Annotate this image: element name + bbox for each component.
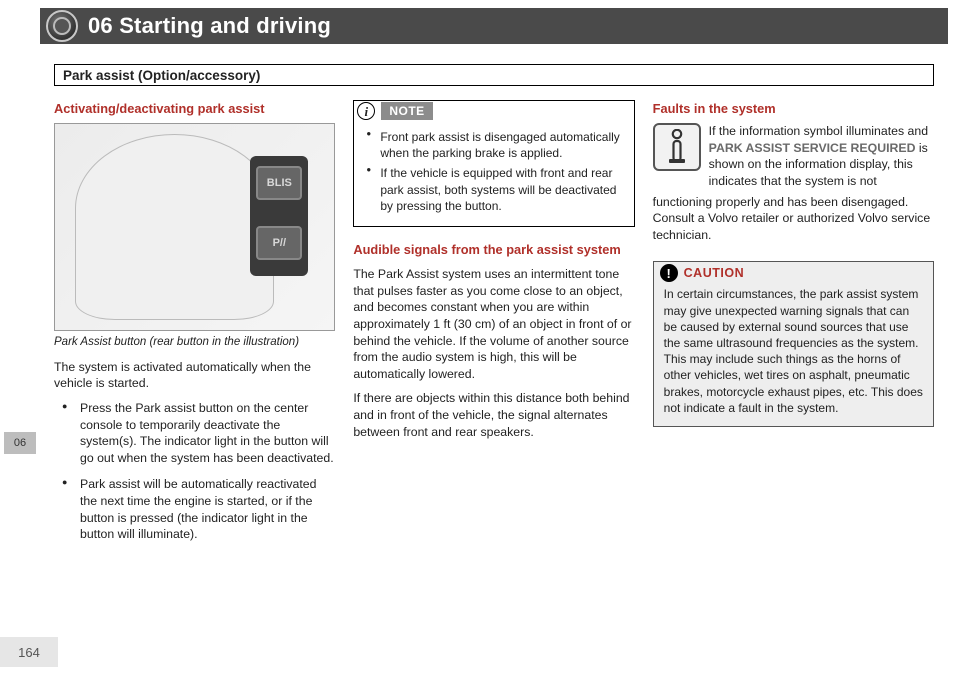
heading-faults: Faults in the system bbox=[653, 100, 934, 117]
chapter-name: Starting and driving bbox=[119, 13, 331, 38]
illustration-caption: Park Assist button (rear button in the i… bbox=[54, 335, 335, 351]
chapter-number: 06 bbox=[88, 13, 113, 38]
heading-audible-signals: Audible signals from the park assist sys… bbox=[353, 241, 634, 258]
illus-blis-button-icon: BLIS bbox=[256, 166, 302, 200]
caution-callout: ! CAUTION In certain circumstances, the … bbox=[653, 261, 934, 427]
note-item: Front park assist is disengaged automati… bbox=[362, 129, 625, 161]
faults-text-continued: functioning properly and has been diseng… bbox=[653, 194, 934, 244]
caution-icon: ! bbox=[660, 264, 678, 282]
column-2: i NOTE Front park assist is disengaged a… bbox=[353, 100, 634, 623]
column-1: Activating/deactivating park assist BLIS… bbox=[54, 100, 335, 623]
audible-paragraph-1: The Park Assist system uses an intermitt… bbox=[353, 266, 634, 382]
section-title: Park assist (Option/accessory) bbox=[63, 68, 260, 83]
information-symbol-icon bbox=[653, 123, 701, 171]
chapter-header: 06 Starting and driving bbox=[40, 8, 948, 44]
faults-text-bold: PARK ASSIST SERVICE REQUIRED bbox=[709, 141, 916, 155]
brand-logo-icon bbox=[46, 10, 78, 42]
caution-label: CAUTION bbox=[684, 265, 744, 282]
park-assist-button-illustration: BLIS P// bbox=[54, 123, 335, 331]
faults-intro-block: If the information symbol illuminates an… bbox=[653, 123, 934, 189]
faults-text-wrapped: If the information symbol illuminates an… bbox=[709, 123, 934, 189]
page-body: Activating/deactivating park assist BLIS… bbox=[54, 100, 934, 623]
note-label: NOTE bbox=[381, 102, 432, 120]
list-item: Park assist will be automatically reacti… bbox=[54, 476, 335, 542]
intro-paragraph: The system is activated automatically wh… bbox=[54, 359, 335, 392]
list-item: Press the Park assist button on the cent… bbox=[54, 400, 335, 466]
note-callout: i NOTE Front park assist is disengaged a… bbox=[353, 100, 634, 227]
activation-steps-list: Press the Park assist button on the cent… bbox=[54, 400, 335, 543]
thumb-tab-06[interactable]: 06 bbox=[4, 432, 36, 454]
caution-body: In certain circumstances, the park assis… bbox=[654, 284, 933, 426]
heading-activating: Activating/deactivating park assist bbox=[54, 100, 335, 117]
info-icon: i bbox=[357, 102, 375, 120]
audible-paragraph-2: If there are objects within this distanc… bbox=[353, 390, 634, 440]
section-title-bar: Park assist (Option/accessory) bbox=[54, 64, 934, 86]
page-number: 164 bbox=[0, 637, 58, 667]
note-item: If the vehicle is equipped with front an… bbox=[362, 165, 625, 214]
chapter-title: 06 Starting and driving bbox=[88, 13, 331, 39]
faults-text-pre: If the information symbol illuminates an… bbox=[709, 124, 928, 138]
chapter-thumb-tabs: 06 bbox=[0, 432, 40, 456]
illus-park-assist-button-icon: P// bbox=[256, 226, 302, 260]
column-3: Faults in the system If the information … bbox=[653, 100, 934, 623]
